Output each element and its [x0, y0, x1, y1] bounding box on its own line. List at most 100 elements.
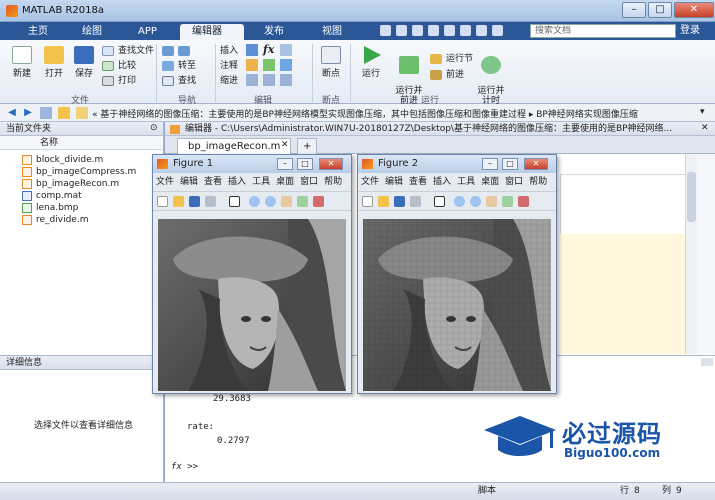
- tab-view[interactable]: 视图: [310, 24, 354, 40]
- menu-tools[interactable]: 工具: [454, 177, 478, 187]
- open-icon[interactable]: [173, 196, 184, 207]
- run-and-time-button[interactable]: 运行并 计时: [474, 46, 508, 106]
- up-folder-icon[interactable]: [40, 107, 52, 119]
- undo-quick-icon[interactable]: [444, 25, 455, 36]
- print-icon[interactable]: [410, 196, 421, 207]
- uncomment-icon[interactable]: [263, 59, 275, 71]
- insert-button[interactable]: 插入: [220, 44, 238, 58]
- open-button[interactable]: 打开: [40, 46, 68, 79]
- decrease-indent-icon[interactable]: [280, 74, 292, 86]
- insert-section-icon[interactable]: [246, 44, 258, 56]
- forward-icon[interactable]: ▶: [22, 107, 34, 119]
- advance-button[interactable]: 前进: [430, 68, 464, 82]
- redo-quick-icon[interactable]: [460, 25, 471, 36]
- search-documentation-input[interactable]: 搜索文档: [530, 24, 676, 38]
- run-button[interactable]: 运行: [356, 46, 386, 79]
- maximize-button[interactable]: □: [648, 2, 672, 18]
- tab-publish[interactable]: 发布: [252, 24, 296, 40]
- help-quick-icon[interactable]: [492, 25, 503, 36]
- figure-1-window[interactable]: Figure 1 – □ ✕ 文件 编辑 查看 插入 工具 桌面 窗口 帮助: [152, 154, 352, 394]
- command-window-menu-icon[interactable]: [701, 358, 713, 366]
- find-button[interactable]: 查找: [162, 74, 196, 88]
- figure-minimize-button[interactable]: –: [277, 158, 293, 170]
- print-button[interactable]: 打印: [102, 74, 136, 88]
- file-item[interactable]: bp_imageCompress.m: [22, 166, 136, 178]
- tab-home[interactable]: 主页: [16, 24, 60, 40]
- menu-desktop[interactable]: 桌面: [273, 177, 297, 187]
- file-item[interactable]: block_divide.m: [22, 154, 103, 166]
- menu-file[interactable]: 文件: [358, 177, 382, 187]
- paste-quick-icon[interactable]: [428, 25, 439, 36]
- save-button[interactable]: 保存: [70, 46, 98, 79]
- path-dropdown-icon[interactable]: ▾: [700, 107, 705, 117]
- goto-button[interactable]: 转至: [162, 59, 196, 73]
- save-quick-icon[interactable]: [380, 25, 391, 36]
- minimize-button[interactable]: –: [622, 2, 646, 18]
- comment-percent-icon[interactable]: [246, 59, 258, 71]
- menu-window[interactable]: 窗口: [502, 177, 526, 187]
- cut-quick-icon[interactable]: [396, 25, 407, 36]
- pan-hand-icon[interactable]: [486, 196, 497, 207]
- file-item[interactable]: re_divide.m: [22, 214, 88, 226]
- brush-icon[interactable]: [313, 196, 324, 207]
- panel-menu-icon[interactable]: ⊙: [150, 123, 158, 133]
- wrap-comment-icon[interactable]: [280, 59, 292, 71]
- menu-desktop[interactable]: 桌面: [478, 177, 502, 187]
- menu-help[interactable]: 帮助: [526, 177, 550, 187]
- tab-close-icon[interactable]: ✕: [281, 140, 289, 150]
- print-icon[interactable]: [205, 196, 216, 207]
- file-item[interactable]: lena.bmp: [22, 202, 78, 214]
- rotate-icon[interactable]: [502, 196, 513, 207]
- menu-insert[interactable]: 插入: [430, 177, 454, 187]
- brush-icon[interactable]: [518, 196, 529, 207]
- increase-indent-icon[interactable]: [263, 74, 275, 86]
- save-icon[interactable]: [394, 196, 405, 207]
- smart-indent-icon[interactable]: [246, 74, 258, 86]
- menu-view[interactable]: 查看: [406, 177, 430, 187]
- insert-function-icon[interactable]: [280, 44, 292, 56]
- switch-windows-icon[interactable]: [476, 25, 487, 36]
- editor-vertical-scrollbar[interactable]: [685, 154, 697, 354]
- menu-tools[interactable]: 工具: [249, 177, 273, 187]
- menu-window[interactable]: 窗口: [297, 177, 321, 187]
- find-files-button[interactable]: 查找文件: [102, 44, 154, 58]
- pointer-icon[interactable]: [229, 196, 240, 207]
- compare-button[interactable]: 比较: [102, 59, 136, 73]
- menu-edit[interactable]: 编辑: [382, 177, 406, 187]
- rotate-icon[interactable]: [297, 196, 308, 207]
- folder-path-breadcrumb[interactable]: « 基于神经网络的图像压缩：主要使用的是BP神经网络模型实现图像压缩，其中包括图…: [92, 107, 692, 120]
- scrollbar-thumb[interactable]: [687, 172, 696, 222]
- breakpoints-button[interactable]: 断点: [318, 46, 344, 79]
- new-figure-icon[interactable]: [362, 196, 373, 207]
- figure-maximize-button[interactable]: □: [502, 158, 518, 170]
- pointer-icon[interactable]: [434, 196, 445, 207]
- back-icon[interactable]: ◀: [6, 107, 18, 119]
- copy-quick-icon[interactable]: [412, 25, 423, 36]
- menu-file[interactable]: 文件: [153, 177, 177, 187]
- tab-editor[interactable]: 编辑器: [180, 24, 244, 40]
- figure-close-button[interactable]: ✕: [319, 158, 343, 170]
- file-item[interactable]: bp_imageRecon.m: [22, 178, 119, 190]
- tab-plots[interactable]: 绘图: [70, 24, 114, 40]
- tab-apps[interactable]: APP: [126, 24, 169, 40]
- zoom-in-icon[interactable]: [249, 196, 260, 207]
- close-button[interactable]: ✕: [674, 2, 714, 18]
- editor-close-icon[interactable]: ✕: [701, 123, 709, 133]
- save-icon[interactable]: [189, 196, 200, 207]
- indent-button[interactable]: 缩进: [220, 74, 238, 88]
- menu-help[interactable]: 帮助: [321, 177, 345, 187]
- browse-folder-icon[interactable]: [58, 107, 70, 119]
- menu-edit[interactable]: 编辑: [177, 177, 201, 187]
- name-column-header[interactable]: 名称: [0, 136, 163, 150]
- editor-tab-bp-imagerecon[interactable]: bp_imageRecon.m: [177, 138, 292, 154]
- figure-2-window[interactable]: Figure 2 – □ ✕ 文件 编辑 查看 插入 工具 桌面 窗口 帮助: [357, 154, 557, 394]
- menu-view[interactable]: 查看: [201, 177, 225, 187]
- figure-minimize-button[interactable]: –: [482, 158, 498, 170]
- run-section-button[interactable]: 运行节: [430, 52, 473, 66]
- new-figure-icon[interactable]: [157, 196, 168, 207]
- new-button[interactable]: 新建: [8, 46, 36, 79]
- open-icon[interactable]: [378, 196, 389, 207]
- zoom-out-icon[interactable]: [265, 196, 276, 207]
- file-item[interactable]: comp.mat: [22, 190, 82, 202]
- back-forward-buttons[interactable]: [162, 44, 194, 58]
